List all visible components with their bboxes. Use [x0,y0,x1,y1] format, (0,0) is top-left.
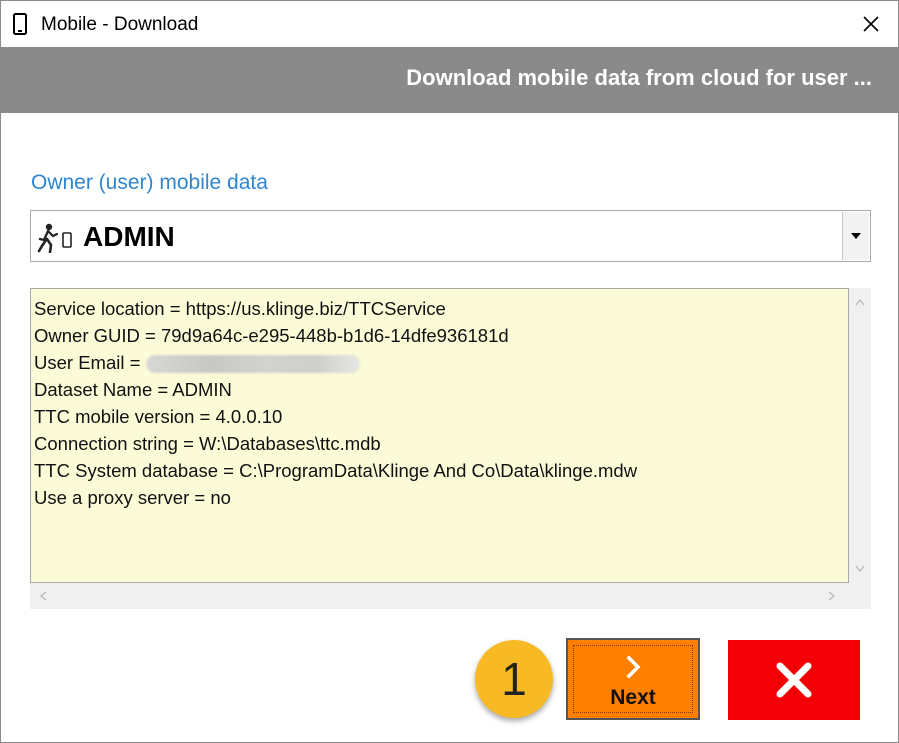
dropdown-button[interactable] [842,212,869,260]
window-title: Mobile - Download [41,14,199,35]
horizontal-scrollbar[interactable] [30,583,849,609]
mobile-phone-icon [13,13,27,35]
scroll-down-icon[interactable] [855,565,865,573]
title-bar: Mobile - Download [1,1,898,47]
scroll-up-icon[interactable] [855,298,865,306]
info-line-service-location: Service location = https://us.klinge.biz… [34,298,446,319]
info-line-dataset-name: Dataset Name = ADMIN [34,379,232,400]
info-line-connection-string: Connection string = W:\Databases\ttc.mdb [34,433,381,454]
redacted-email [145,355,360,374]
close-button[interactable] [844,1,898,47]
step-badge: 1 [475,640,553,718]
scrollbar-corner [849,583,871,609]
info-line-proxy-server: Use a proxy server = no [34,487,231,508]
header-band: Download mobile data from cloud for user… [1,47,898,113]
close-icon [863,16,879,32]
info-line-mobile-version: TTC mobile version = 4.0.0.10 [34,406,283,427]
user-email-label: User Email = [34,352,146,373]
walking-person-phone-icon [37,223,72,253]
focus-rectangle [573,645,693,713]
vertical-scrollbar[interactable] [849,288,871,583]
x-icon [776,662,812,698]
info-line-owner-guid: Owner GUID = 79d9a64c-e295-448b-b1d6-14d… [34,325,509,346]
dropdown-arrow-icon [851,233,861,239]
header-title: Download mobile data from cloud for user… [406,65,872,90]
info-line-user-email: User Email = [34,349,848,376]
owner-select-value: ADMIN [83,221,175,252]
next-button[interactable]: Next [566,638,700,720]
scroll-left-icon[interactable] [39,591,47,601]
connection-info-textbox[interactable]: Service location = https://us.klinge.biz… [30,288,849,583]
owner-label: Owner (user) mobile data [31,171,268,194]
owner-select[interactable]: ADMIN [30,210,871,262]
mobile-download-window: Mobile - Download Download mobile data f… [0,0,899,743]
scroll-right-icon[interactable] [828,591,836,601]
info-line-system-database: TTC System database = C:\ProgramData\Kli… [34,460,638,481]
cancel-button[interactable] [728,640,860,720]
